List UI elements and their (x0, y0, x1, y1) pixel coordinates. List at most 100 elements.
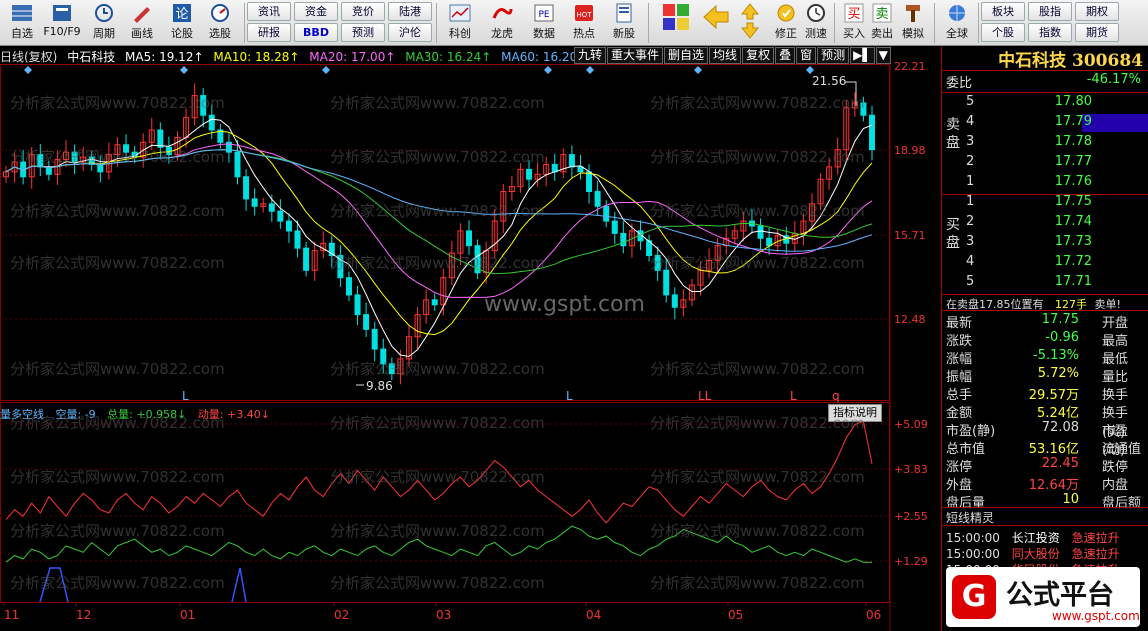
adjust-button[interactable]: 复权 (742, 47, 775, 64)
divider (942, 507, 1148, 508)
window-button[interactable]: 窗 (796, 47, 817, 64)
short-line-row[interactable]: 15:00:00 长江投资 急速拉升 (946, 529, 1128, 546)
candle-body (671, 294, 678, 308)
options-button[interactable]: 期权 (1075, 2, 1119, 21)
star-market-button[interactable]: 科创 (440, 2, 480, 44)
buy-level-5[interactable]: 5 17.71 (962, 274, 1148, 294)
funds-button[interactable]: 资金 (294, 2, 338, 21)
dragon-tiger-label: 龙虎 (491, 27, 513, 40)
buy-level-3[interactable]: 3 17.73 (962, 234, 1148, 254)
candle-body (208, 114, 215, 131)
level-num: 3 (966, 234, 975, 249)
draw-line-label: 画线 (131, 27, 153, 40)
candle-body (568, 154, 575, 168)
hk-connect-button[interactable]: 陆港 (388, 2, 432, 21)
speed-test-button[interactable]: 测速 (796, 2, 836, 44)
sell-level-1[interactable]: 1 17.76 (962, 174, 1148, 194)
predict-button[interactable]: 预测 (817, 47, 850, 64)
sell-level-5[interactable]: 5 17.80 (962, 94, 1148, 114)
new-stock-label: 新股 (613, 27, 635, 40)
candle-body (123, 144, 130, 153)
discuss-button[interactable]: 论 论股 (162, 2, 202, 44)
ma5-line (5, 118, 873, 358)
research-button[interactable]: 研报 (247, 23, 291, 42)
global-button[interactable]: 全球 (937, 2, 977, 44)
simulate-button[interactable]: 模拟 (893, 2, 933, 44)
stat-value: 22.45 (1041, 456, 1079, 471)
bbd-button[interactable]: BBD (294, 23, 338, 42)
star-market-label: 科创 (449, 27, 471, 40)
short-name: 同大股份 (1011, 547, 1060, 561)
forecast-button[interactable]: 预测 (341, 23, 385, 42)
weibi-row: 委比 -46.17% (942, 72, 1148, 92)
candle-body (380, 348, 387, 365)
single-stock-button[interactable]: 个股 (981, 23, 1025, 42)
sector-button[interactable]: 板块 (981, 2, 1025, 21)
ma-header: 日线(复权) 中石科技 MA5: 19.12↑ MA10: 18.28↑ MA2… (0, 48, 593, 64)
remove-watch-button[interactable]: 删自选 (664, 47, 709, 64)
overlay-button[interactable]: 叠 (775, 47, 796, 64)
candle-body (431, 299, 438, 306)
kline-chart-area[interactable]: 日线(复权) 中石科技 MA5: 19.12↑ MA10: 18.28↑ MA2… (0, 46, 940, 631)
stat-row: 涨幅 -5.13% 最低 (942, 348, 1148, 368)
period-button[interactable]: 周期 (84, 2, 124, 44)
index-button[interactable]: 指数 (1028, 23, 1072, 42)
quote-panel: 中石科技 300684 委比 -46.17% 卖盘 5 17.80 4 17.79 … (941, 46, 1148, 631)
data-button[interactable]: PE 数据 (524, 2, 564, 44)
x-axis-label: 11 (4, 608, 20, 622)
new-stock-button[interactable]: 新股 (604, 2, 644, 44)
logo-url: www.gspt.com (1052, 609, 1140, 623)
indicator-help-button[interactable]: 指标说明 (828, 404, 882, 422)
shanghai-london-button[interactable]: 沪伦 (388, 23, 432, 42)
pin-icon[interactable]: ▶▌ (850, 47, 875, 64)
level-price: 17.71 (1054, 274, 1092, 289)
sell-level-3[interactable]: 3 17.78 (962, 134, 1148, 154)
stock-picker-button[interactable]: 选股 (200, 2, 240, 44)
gauge-icon (211, 4, 229, 22)
back-button[interactable] (696, 2, 736, 44)
divider (942, 92, 1148, 93)
buy-level-4[interactable]: 4 17.72 (962, 254, 1148, 274)
dropdown-arrow-icon[interactable]: ▼ (875, 47, 891, 64)
sell-level-2[interactable]: 2 17.77 (962, 154, 1148, 174)
event-marker-icon (322, 66, 330, 74)
signal-spike (39, 567, 69, 603)
logo-title: 公式平台 (1006, 580, 1114, 611)
short-line-row[interactable]: 15:00:00 同大股份 急速拉升 (946, 545, 1128, 562)
layout-button[interactable] (656, 2, 696, 44)
candle-body (869, 114, 875, 151)
period-text: 日线(复权) (0, 50, 58, 64)
candle-body (371, 328, 378, 350)
dragon-tiger-button[interactable]: 龙虎 (482, 2, 522, 44)
self-select-button[interactable]: 自选 (2, 2, 42, 44)
stat-label: 振幅 (946, 370, 973, 385)
futures-button[interactable]: 期货 (1075, 23, 1119, 42)
level-price: 17.76 (1054, 174, 1092, 189)
sell-level-4[interactable]: 4 17.79 (962, 114, 1148, 134)
hot-topics-button[interactable]: HOT 热点 (564, 2, 604, 44)
speed-test-label: 测速 (805, 27, 827, 40)
discuss-label: 论股 (171, 27, 193, 40)
pencil-icon (134, 7, 150, 23)
nine-turn-button[interactable]: 九转 (574, 47, 607, 64)
draw-line-button[interactable]: 画线 (122, 2, 162, 44)
auction-button[interactable]: 竞价 (341, 2, 385, 21)
ma-line-button[interactable]: 均线 (709, 47, 742, 64)
stat-label-2: 盘后额 (1102, 496, 1142, 511)
kline-chart-svg[interactable] (0, 46, 940, 631)
stat-label: 外盘 (946, 478, 973, 493)
buy-level-1[interactable]: 1 17.75 (962, 194, 1148, 214)
up-down-button[interactable] (734, 2, 766, 44)
x-axis-label: 12 (76, 608, 92, 622)
stat-value: -5.13% (1033, 348, 1079, 363)
event-marker-icon (544, 66, 552, 74)
stock-index-button[interactable]: 股指 (1028, 2, 1072, 21)
buy-level-2[interactable]: 2 17.74 (962, 214, 1148, 234)
major-events-button[interactable]: 重大事件 (607, 47, 664, 64)
f10-button[interactable]: F10/F9 (42, 2, 82, 44)
short-event: 急速拉升 (1071, 547, 1120, 561)
news-button[interactable]: 资讯 (247, 2, 291, 21)
candle-body (97, 163, 104, 173)
candle-body (294, 230, 301, 249)
level-price: 17.74 (1054, 214, 1092, 229)
